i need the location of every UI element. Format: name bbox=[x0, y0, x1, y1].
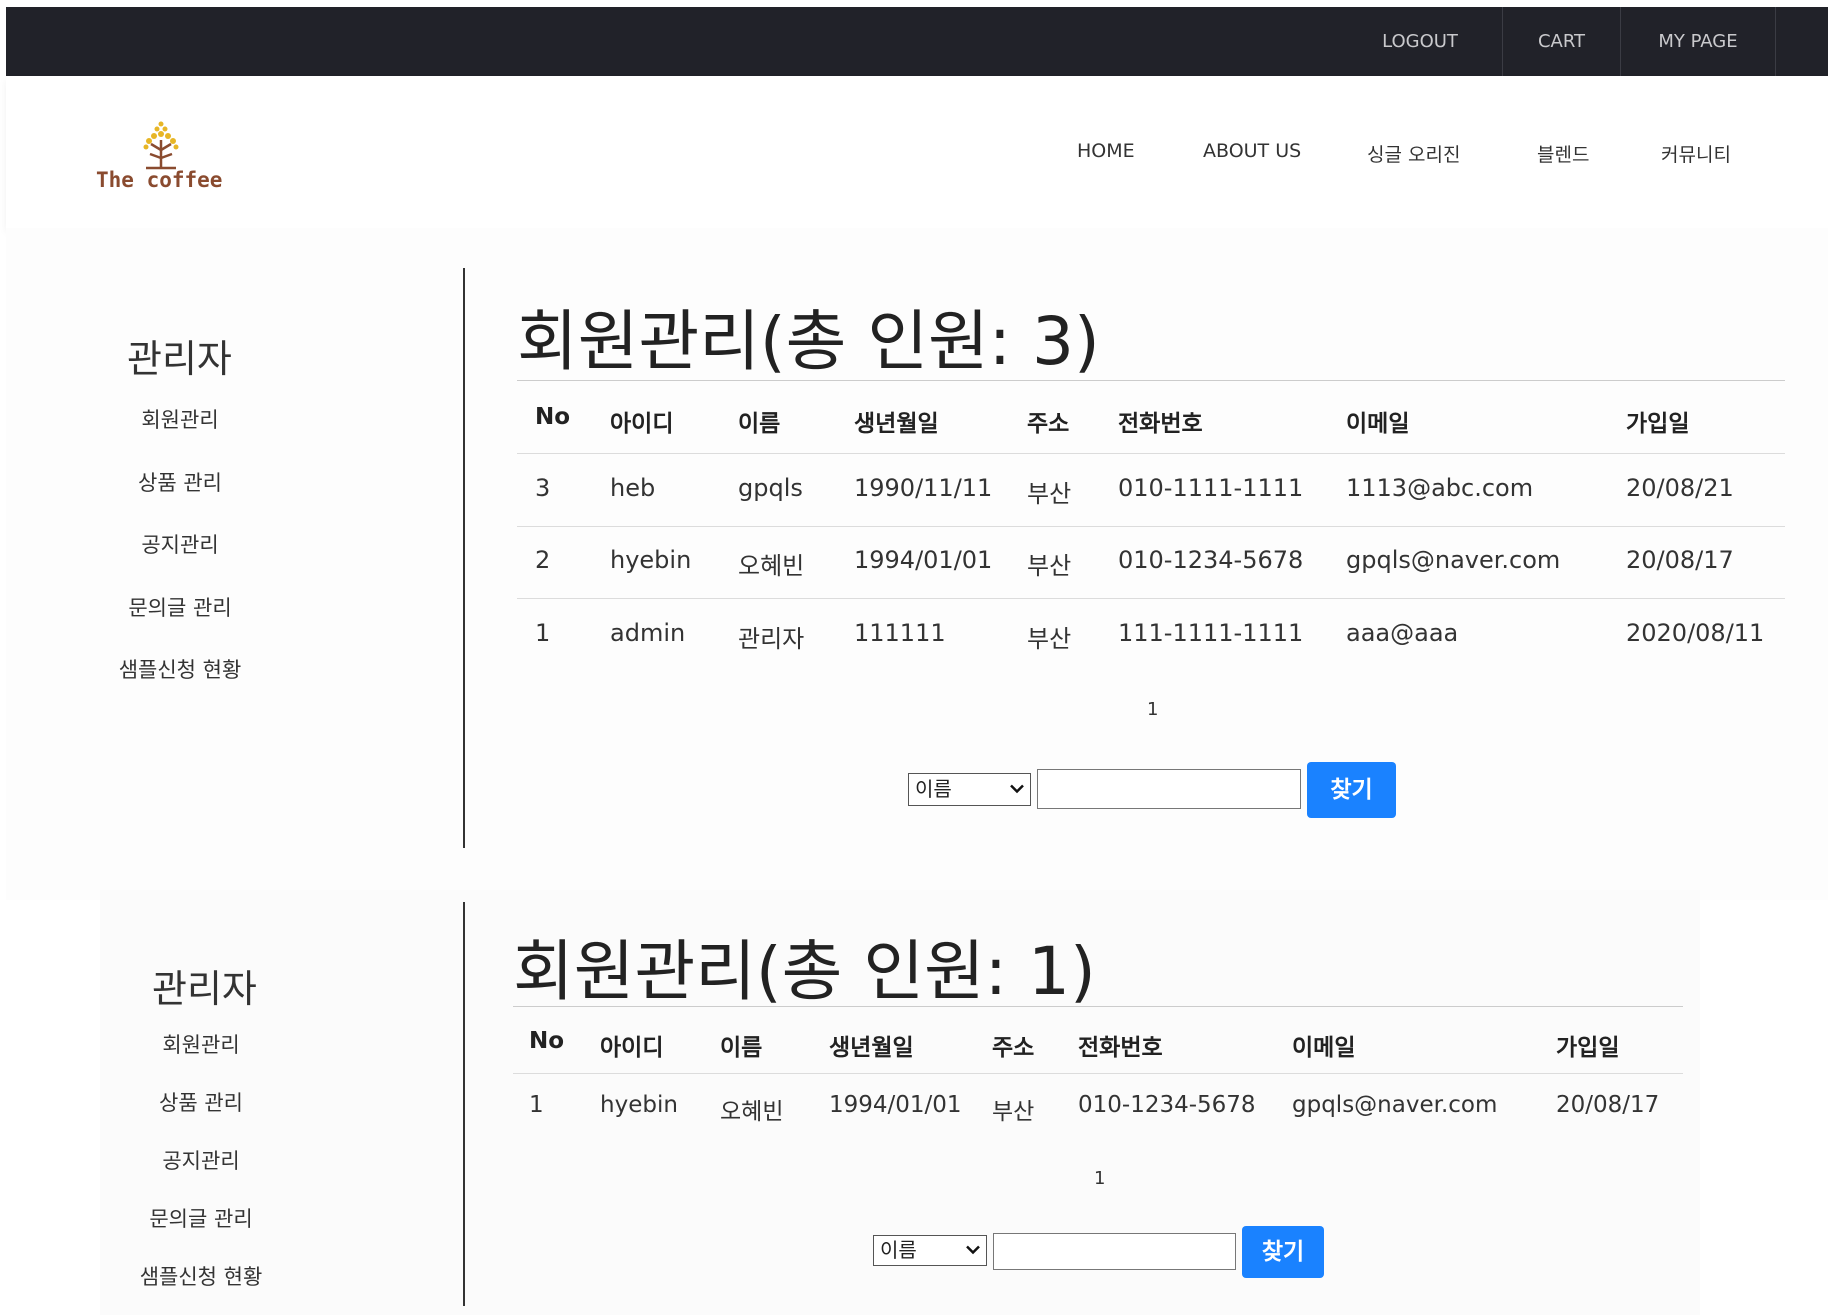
logout-link[interactable]: LOGOUT bbox=[1338, 7, 1502, 76]
site-header: The coffee HOME ABOUT US 싱글 오리진 블렌드 커뮤니티 bbox=[6, 76, 1828, 228]
divider bbox=[513, 1006, 1683, 1007]
col-email: 이메일 bbox=[1346, 411, 1410, 437]
cell-id: heb bbox=[610, 474, 656, 502]
divider bbox=[513, 1073, 1683, 1074]
col-birthdate: 생년월일 bbox=[829, 1035, 914, 1061]
sidebar-divider bbox=[463, 902, 465, 1306]
sidebar-item-sample-requests[interactable]: 샘플신청 현황 bbox=[81, 1261, 321, 1291]
cell-id: admin bbox=[610, 619, 686, 647]
select-value: 이름 bbox=[880, 1238, 917, 1262]
col-address: 주소 bbox=[992, 1035, 1035, 1061]
sidebar-item-members[interactable]: 회원관리 bbox=[60, 404, 300, 434]
sidebar-divider bbox=[463, 268, 465, 848]
cell-name: 오혜빈 bbox=[738, 552, 805, 580]
divider bbox=[517, 380, 1785, 381]
sidebar-item-products[interactable]: 상품 관리 bbox=[60, 467, 300, 497]
cell-phone: 111-1111-1111 bbox=[1118, 619, 1304, 647]
col-address: 주소 bbox=[1027, 411, 1070, 437]
cell-address: 부산 bbox=[1027, 552, 1072, 580]
col-no: No bbox=[529, 1028, 565, 1054]
search-field-select[interactable]: 이름 bbox=[873, 1235, 987, 1266]
cell-name: 관리자 bbox=[738, 625, 805, 653]
divider bbox=[517, 598, 1785, 599]
search-input[interactable] bbox=[1037, 769, 1301, 809]
col-name: 이름 bbox=[738, 411, 781, 437]
sidebar-title: 관리자 bbox=[152, 967, 257, 1011]
cell-join-date: 20/08/17 bbox=[1626, 546, 1734, 574]
cell-no: 1 bbox=[529, 1092, 544, 1118]
nav-home[interactable]: HOME bbox=[1077, 140, 1135, 162]
col-id: 아이디 bbox=[600, 1035, 664, 1061]
sidebar-item-products[interactable]: 상품 관리 bbox=[81, 1087, 321, 1117]
search-field-select[interactable]: 이름 bbox=[908, 773, 1031, 806]
nav-about-us[interactable]: ABOUT US bbox=[1203, 140, 1301, 162]
cell-phone: 010-1111-1111 bbox=[1118, 474, 1304, 502]
cell-email: gpqls@naver.com bbox=[1292, 1092, 1498, 1118]
cell-birthdate: 1994/01/01 bbox=[829, 1092, 962, 1118]
logo-text[interactable]: The coffee bbox=[96, 168, 222, 192]
top-bar: LOGOUT CART MY PAGE bbox=[6, 7, 1828, 76]
pagination-page-1[interactable]: 1 bbox=[1094, 1168, 1105, 1189]
sidebar-title: 관리자 bbox=[127, 337, 232, 381]
sidebar-item-notices[interactable]: 공지관리 bbox=[81, 1145, 321, 1175]
cart-link[interactable]: CART bbox=[1502, 7, 1620, 76]
cell-address: 부산 bbox=[1027, 480, 1072, 508]
cell-birthdate: 1990/11/11 bbox=[854, 474, 993, 502]
col-id: 아이디 bbox=[610, 411, 674, 437]
nav-single-origin[interactable]: 싱글 오리진 bbox=[1367, 140, 1460, 167]
select-value: 이름 bbox=[915, 777, 952, 801]
chevron-down-icon bbox=[966, 1236, 980, 1265]
pagination-page-1[interactable]: 1 bbox=[1147, 699, 1158, 720]
cell-no: 1 bbox=[535, 619, 551, 647]
sidebar-item-notices[interactable]: 공지관리 bbox=[60, 529, 300, 559]
cell-birthdate: 111111 bbox=[854, 619, 946, 647]
cell-email: gpqls@naver.com bbox=[1346, 546, 1561, 574]
nav-community[interactable]: 커뮤니티 bbox=[1661, 140, 1731, 167]
sidebar-item-inquiries[interactable]: 문의글 관리 bbox=[60, 592, 300, 622]
divider bbox=[517, 526, 1785, 527]
cell-join-date: 2020/08/11 bbox=[1626, 619, 1765, 647]
nav-blend[interactable]: 블렌드 bbox=[1537, 140, 1589, 167]
cell-id: hyebin bbox=[610, 546, 692, 574]
col-no: No bbox=[535, 404, 571, 430]
cell-name: 오혜빈 bbox=[720, 1099, 784, 1125]
col-join-date: 가입일 bbox=[1556, 1035, 1620, 1061]
cell-join-date: 20/08/17 bbox=[1556, 1092, 1660, 1118]
search-input[interactable] bbox=[993, 1233, 1236, 1270]
cell-address: 부산 bbox=[992, 1099, 1035, 1125]
col-name: 이름 bbox=[720, 1035, 763, 1061]
cell-email: aaa@aaa bbox=[1346, 619, 1459, 647]
cell-phone: 010-1234-5678 bbox=[1078, 1092, 1256, 1118]
cell-id: hyebin bbox=[600, 1092, 678, 1118]
page-title: 회원관리(총 인원: 3) bbox=[517, 303, 1100, 380]
cell-join-date: 20/08/21 bbox=[1626, 474, 1734, 502]
page-title: 회원관리(총 인원: 1) bbox=[513, 933, 1096, 1010]
cell-address: 부산 bbox=[1027, 625, 1072, 653]
col-phone: 전화번호 bbox=[1078, 1035, 1163, 1061]
search-button[interactable]: 찾기 bbox=[1242, 1226, 1324, 1278]
chevron-down-icon bbox=[1010, 774, 1024, 805]
sidebar-item-sample-requests[interactable]: 샘플신청 현황 bbox=[60, 654, 300, 684]
cell-birthdate: 1994/01/01 bbox=[854, 546, 993, 574]
col-birthdate: 생년월일 bbox=[854, 411, 939, 437]
divider bbox=[517, 453, 1785, 454]
cell-email: 1113@abc.com bbox=[1346, 474, 1534, 502]
cell-phone: 010-1234-5678 bbox=[1118, 546, 1304, 574]
my-page-link[interactable]: MY PAGE bbox=[1620, 7, 1776, 76]
cell-name: gpqls bbox=[738, 474, 803, 502]
sidebar-item-members[interactable]: 회원관리 bbox=[81, 1029, 321, 1059]
col-email: 이메일 bbox=[1292, 1035, 1356, 1061]
search-button[interactable]: 찾기 bbox=[1307, 762, 1396, 818]
cell-no: 3 bbox=[535, 474, 551, 502]
cell-no: 2 bbox=[535, 546, 551, 574]
sidebar-item-inquiries[interactable]: 문의글 관리 bbox=[81, 1203, 321, 1233]
col-phone: 전화번호 bbox=[1118, 411, 1203, 437]
col-join-date: 가입일 bbox=[1626, 411, 1690, 437]
